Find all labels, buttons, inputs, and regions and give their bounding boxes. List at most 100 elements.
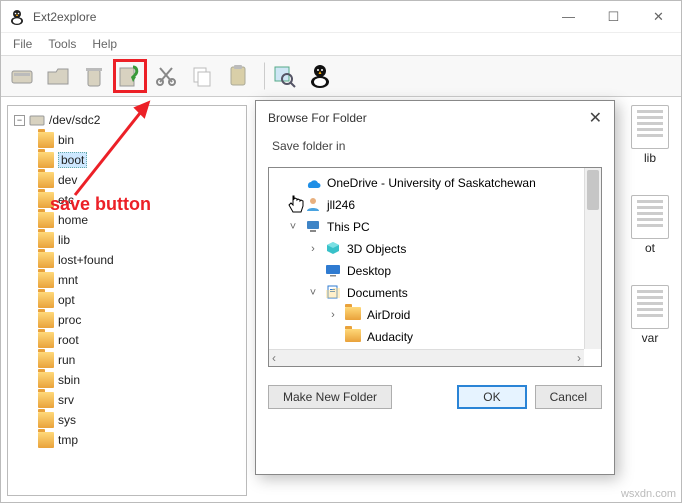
- tree-item-opt[interactable]: opt: [38, 290, 244, 310]
- copy-button[interactable]: [185, 59, 219, 93]
- folder-icon: [38, 352, 54, 368]
- scroll-right-icon[interactable]: ›: [577, 351, 581, 365]
- expand-icon[interactable]: ˅: [287, 221, 299, 233]
- cancel-button[interactable]: Cancel: [535, 385, 602, 409]
- tree-item-label: run: [58, 353, 75, 367]
- window-title: Ext2explore: [33, 10, 546, 24]
- ok-button[interactable]: OK: [457, 385, 526, 409]
- tree-item-label: dev: [58, 173, 77, 187]
- folder-item[interactable]: OneDrive - University of Saskatchewan: [273, 172, 597, 194]
- folder-icon: [38, 132, 54, 148]
- dialog-close-button[interactable]: ✕: [589, 108, 602, 128]
- folder-label: jll246: [327, 198, 355, 212]
- tree-item-label: lib: [58, 233, 70, 247]
- folder-icon: [38, 292, 54, 308]
- tree-item-boot[interactable]: boot: [38, 150, 244, 170]
- tree-item-label: boot: [58, 152, 87, 168]
- browse-folder-dialog: Browse For Folder ✕ Save folder in OneDr…: [255, 100, 615, 475]
- folder-item[interactable]: ˅Documents: [273, 282, 597, 304]
- minimize-button[interactable]: —: [546, 1, 591, 33]
- make-new-folder-button[interactable]: Make New Folder: [268, 385, 392, 409]
- tree-root[interactable]: − /dev/sdc2: [10, 110, 244, 130]
- watermark: wsxdn.com: [621, 488, 676, 500]
- folder-item[interactable]: jll246: [273, 194, 597, 216]
- tree-item-lost+found[interactable]: lost+found: [38, 250, 244, 270]
- desktop-icon: [325, 262, 341, 281]
- delete-button[interactable]: [77, 59, 111, 93]
- tree-item-label: opt: [58, 293, 75, 307]
- folder-item[interactable]: ›3D Objects: [273, 238, 597, 260]
- folder-icon: [38, 272, 54, 288]
- folder-item[interactable]: › AirDroid: [273, 304, 597, 326]
- close-button[interactable]: ✕: [636, 1, 681, 33]
- expand-icon[interactable]: ›: [327, 309, 339, 321]
- folder-icon: [38, 432, 54, 448]
- vertical-scrollbar[interactable]: [584, 168, 601, 349]
- app-icon: [9, 9, 25, 25]
- tree-item-label: sys: [58, 413, 76, 427]
- tree-item-proc[interactable]: proc: [38, 310, 244, 330]
- titlebar: Ext2explore — ☐ ✕: [1, 1, 681, 33]
- expand-icon[interactable]: ˅: [307, 287, 319, 299]
- tree-item-run[interactable]: run: [38, 350, 244, 370]
- tree-item-lib[interactable]: lib: [38, 230, 244, 250]
- collapse-icon[interactable]: −: [14, 115, 25, 126]
- tree-item-label: home: [58, 213, 88, 227]
- folder-icon: [38, 312, 54, 328]
- folder-item[interactable]: Audacity: [273, 326, 597, 348]
- dialog-button-row: Make New Folder OK Cancel: [256, 371, 614, 423]
- tree-children: binbootdevetchomeliblost+foundmntoptproc…: [10, 130, 244, 450]
- rescan-button[interactable]: [5, 59, 39, 93]
- list-item[interactable]: lib: [631, 105, 669, 165]
- tree-item-root[interactable]: root: [38, 330, 244, 350]
- folder-icon: [38, 412, 54, 428]
- tree-item-srv[interactable]: srv: [38, 390, 244, 410]
- tree-item-mnt[interactable]: mnt: [38, 270, 244, 290]
- folder-label: Audacity: [367, 330, 413, 344]
- save-button[interactable]: [113, 59, 147, 93]
- tree-item-sbin[interactable]: sbin: [38, 370, 244, 390]
- tree-item-label: root: [58, 333, 79, 347]
- scroll-left-icon[interactable]: ‹: [272, 351, 276, 365]
- folder-tree[interactable]: OneDrive - University of Saskatchewan jll…: [268, 167, 602, 367]
- toolbar-separator: [257, 62, 265, 90]
- document-icon: [631, 105, 669, 149]
- toolbar: [1, 55, 681, 97]
- dialog-titlebar: Browse For Folder ✕: [256, 101, 614, 135]
- cursor-hand-icon: [287, 195, 305, 215]
- docs-icon: [325, 284, 341, 303]
- open-button[interactable]: [41, 59, 75, 93]
- list-item[interactable]: ot: [631, 195, 669, 255]
- expand-icon[interactable]: ›: [307, 243, 319, 255]
- folder-item[interactable]: Desktop: [273, 260, 597, 282]
- folder-label: Desktop: [347, 264, 391, 278]
- tree-item-sys[interactable]: sys: [38, 410, 244, 430]
- about-button[interactable]: [303, 59, 337, 93]
- onedrive-icon: [305, 174, 321, 193]
- menu-file[interactable]: File: [7, 35, 38, 53]
- folder-item[interactable]: ˅This PC: [273, 216, 597, 238]
- list-item[interactable]: var: [631, 285, 669, 345]
- menubar: File Tools Help: [1, 33, 681, 55]
- paste-button[interactable]: [221, 59, 255, 93]
- cut-button[interactable]: [149, 59, 183, 93]
- folder-label: AirDroid: [367, 308, 410, 322]
- folder-icon: [38, 152, 54, 168]
- tree-item-label: bin: [58, 133, 74, 147]
- menu-help[interactable]: Help: [86, 35, 123, 53]
- device-tree[interactable]: − /dev/sdc2 binbootdevetchomeliblost+fou…: [8, 106, 246, 454]
- maximize-button[interactable]: ☐: [591, 1, 636, 33]
- scrollbar-thumb[interactable]: [587, 170, 599, 210]
- obj3d-icon: [325, 240, 341, 259]
- menu-tools[interactable]: Tools: [42, 35, 82, 53]
- horizontal-scrollbar[interactable]: ‹›: [269, 349, 584, 366]
- tree-item-label: tmp: [58, 433, 78, 447]
- tree-item-dev[interactable]: dev: [38, 170, 244, 190]
- tree-item-bin[interactable]: bin: [38, 130, 244, 150]
- tree-item-label: sbin: [58, 373, 80, 387]
- folder-label: OneDrive - University of Saskatchewan: [327, 176, 536, 190]
- search-button[interactable]: [267, 59, 301, 93]
- folder-icon: [38, 332, 54, 348]
- tree-item-tmp[interactable]: tmp: [38, 430, 244, 450]
- tree-item-label: lost+found: [58, 253, 114, 267]
